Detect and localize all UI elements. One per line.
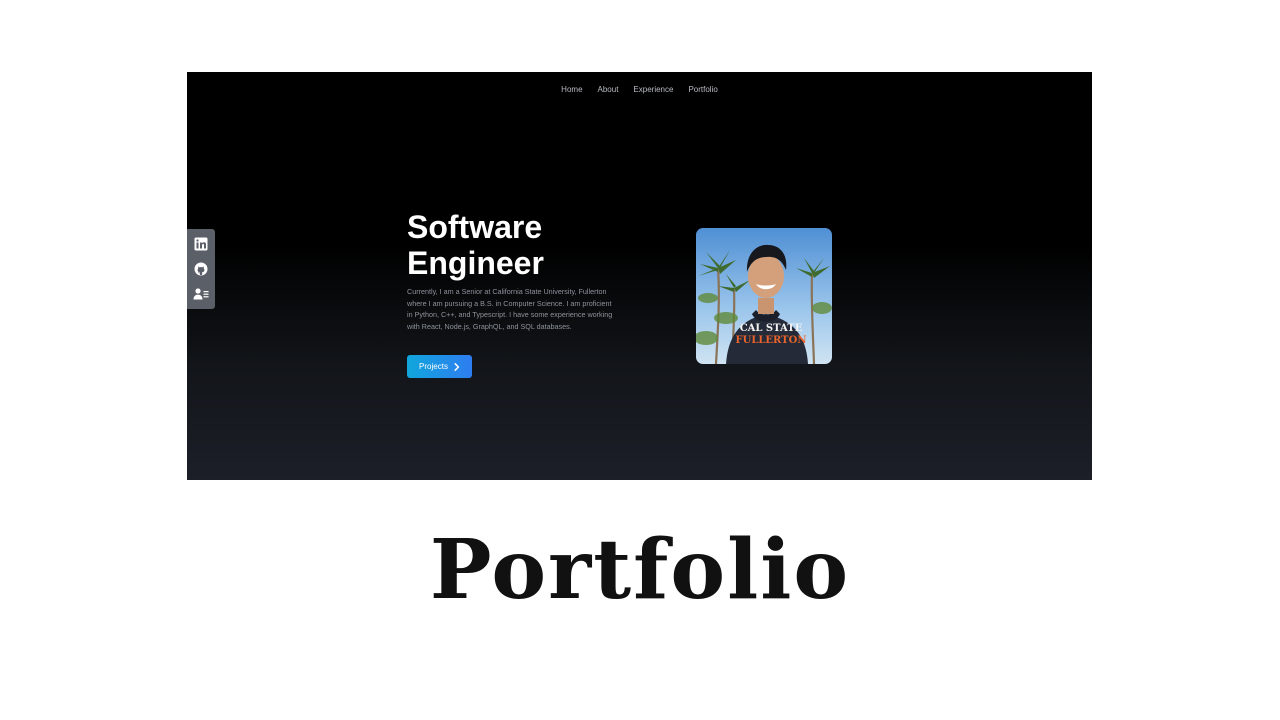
resume-icon[interactable] xyxy=(193,286,209,302)
nav-home[interactable]: Home xyxy=(561,85,582,94)
hero-title-line-2: Engineer xyxy=(407,245,544,281)
linkedin-icon[interactable] xyxy=(193,236,209,252)
projects-button-label: Projects xyxy=(419,362,448,371)
github-icon[interactable] xyxy=(193,261,209,277)
top-nav: Home About Experience Portfolio xyxy=(187,85,1092,94)
social-sidebar xyxy=(187,229,215,309)
projects-button[interactable]: Projects xyxy=(407,355,472,378)
nav-portfolio[interactable]: Portfolio xyxy=(688,85,717,94)
nav-experience[interactable]: Experience xyxy=(633,85,673,94)
chevron-right-icon xyxy=(454,362,460,371)
sweatshirt-text-2: FULLERTON xyxy=(736,335,807,346)
website-screenshot: Home About Experience Portfolio Software… xyxy=(187,72,1092,480)
sweatshirt-text-1: CAL STATE xyxy=(740,323,803,334)
hero-description: Currently, I am a Senior at California S… xyxy=(407,287,613,331)
hero-title-line-1: Software xyxy=(407,209,543,245)
profile-photo: CAL STATE FULLERTON xyxy=(696,228,832,364)
portfolio-caption: Portfolio xyxy=(429,522,851,618)
nav-about[interactable]: About xyxy=(598,85,619,94)
hero-title: Software Engineer xyxy=(407,209,627,281)
